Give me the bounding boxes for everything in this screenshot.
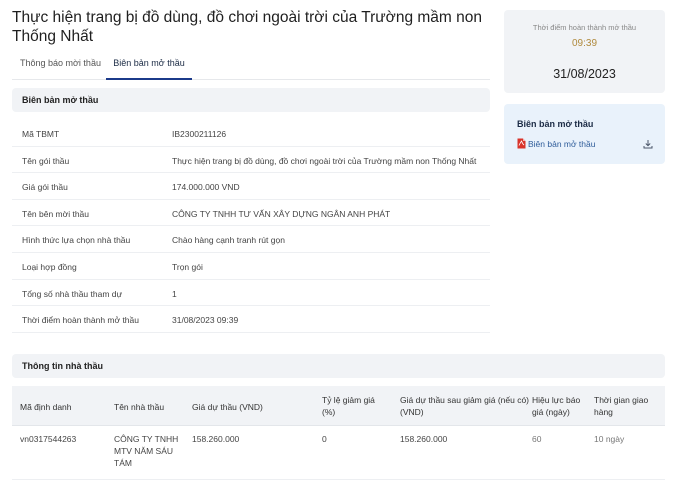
- opening-record-document-link[interactable]: Biên bản mở thầu: [517, 138, 595, 149]
- column-header-id: Mã định danh: [20, 402, 72, 412]
- column-header-quote-validity: Hiệu lực báo giá (ngày): [532, 395, 581, 417]
- completion-date-value: 31/08/2023: [553, 67, 616, 81]
- tab-opening-record[interactable]: Biên bản mở thầu: [106, 54, 192, 80]
- info-row-selection-method: Hình thức lựa chọn nhà thầu Chào hàng cạ…: [12, 226, 490, 253]
- document-link-label: Biên bản mở thầu: [528, 139, 596, 149]
- cell-delivery-time: 10 ngày: [594, 434, 625, 444]
- table-row: vn0317544263 CÔNG TY TNHH MTV NĂM SÁU TÁ…: [12, 426, 665, 480]
- opening-record-details: Mã TBMT IB2300211126 Tên gói thầu Thực h…: [12, 120, 490, 333]
- info-value: Thực hiện trang bị đồ dùng, đồ chơi ngoà…: [172, 155, 477, 166]
- info-label: Tên gói thầu: [22, 155, 70, 166]
- completion-time-label: Thời điểm hoàn thành mở thầu: [532, 23, 637, 32]
- download-icon[interactable]: [643, 139, 653, 149]
- cell-quote-validity: 60: [532, 434, 542, 444]
- info-label: Tên bên mời thầu: [22, 208, 89, 219]
- cell-discount-rate: 0: [322, 434, 327, 444]
- info-row-package-name: Tên gói thầu Thực hiện trang bị đồ dùng,…: [12, 147, 490, 174]
- info-value: IB2300211126: [172, 129, 227, 139]
- opening-record-heading: Biên bản mở thầu: [12, 88, 490, 112]
- cell-bidder-name: CÔNG TY TNHH MTV NĂM SÁU TÁM: [114, 434, 179, 468]
- cell-bid-price: 158.260.000: [192, 434, 240, 444]
- info-row-inviting-party: Tên bên mời thầu CÔNG TY TNHH TƯ VẤN XÂY…: [12, 200, 490, 227]
- info-label: Hình thức lựa chọn nhà thầu: [22, 235, 131, 246]
- info-value: Trọn gói: [172, 261, 203, 272]
- info-row-bidder-count: Tổng số nhà thầu tham dự 1: [12, 280, 490, 307]
- cell-price-after-discount: 158.260.000: [400, 434, 448, 444]
- tab-bar: Thông báo mời thầu Biên bản mở thầu: [12, 54, 490, 80]
- column-header-bid-price: Giá dự thầu (VND): [192, 402, 263, 412]
- info-value: 31/08/2023 09:39: [172, 315, 239, 326]
- completion-time-card: Thời điểm hoàn thành mở thầu 09:39 31/08…: [504, 10, 665, 93]
- info-row-completion-time: Thời điểm hoàn thành mở thầu 31/08/2023 …: [12, 306, 490, 333]
- info-label: Tổng số nhà thầu tham dự: [22, 288, 123, 299]
- document-card-title: Biên bản mở thầu: [517, 119, 594, 129]
- column-header-bidder-name: Tên nhà thầu: [114, 402, 165, 412]
- cell-id: vn0317544263: [20, 434, 77, 444]
- info-label: Loại hợp đồng: [22, 261, 77, 272]
- info-label: Mã TBMT: [22, 129, 60, 139]
- info-label: Giá gói thầu: [22, 182, 68, 193]
- bidder-info-heading: Thông tin nhà thầu: [12, 354, 665, 378]
- info-value: 174.000.000 VND: [172, 182, 240, 193]
- info-value: Chào hàng cạnh tranh rút gọn: [172, 235, 285, 246]
- page-title: Thực hiện trang bị đồ dùng, đồ chơi ngoà…: [12, 9, 482, 45]
- column-header-price-after-discount: Giá dự thầu sau giảm giá (nếu có) (VND): [400, 395, 530, 417]
- document-card: Biên bản mở thầu Biên bản mở thầu: [504, 104, 665, 164]
- column-header-delivery-time: Thời gian giao hàng: [594, 395, 649, 417]
- tab-bid-notice[interactable]: Thông báo mời thầu: [20, 54, 101, 80]
- bidder-table-header: Mã định danh Tên nhà thầu Giá dự thầu (V…: [12, 386, 665, 426]
- info-row-package-price: Giá gói thầu 174.000.000 VND: [12, 173, 490, 200]
- column-header-discount-rate: Tỷ lệ giảm giá (%): [322, 395, 375, 417]
- info-row-contract-type: Loại hợp đồng Trọn gói: [12, 253, 490, 280]
- pdf-file-icon: [517, 138, 526, 149]
- info-value: CÔNG TY TNHH TƯ VẤN XÂY DỰNG NGÂN ANH PH…: [172, 208, 391, 219]
- bidder-table: Mã định danh Tên nhà thầu Giá dự thầu (V…: [12, 386, 665, 480]
- info-value: 1: [172, 288, 177, 299]
- info-label: Thời điểm hoàn thành mở thầu: [22, 315, 139, 326]
- completion-time-value: 09:39: [571, 38, 598, 49]
- info-row-tbmt-code: Mã TBMT IB2300211126: [12, 120, 490, 147]
